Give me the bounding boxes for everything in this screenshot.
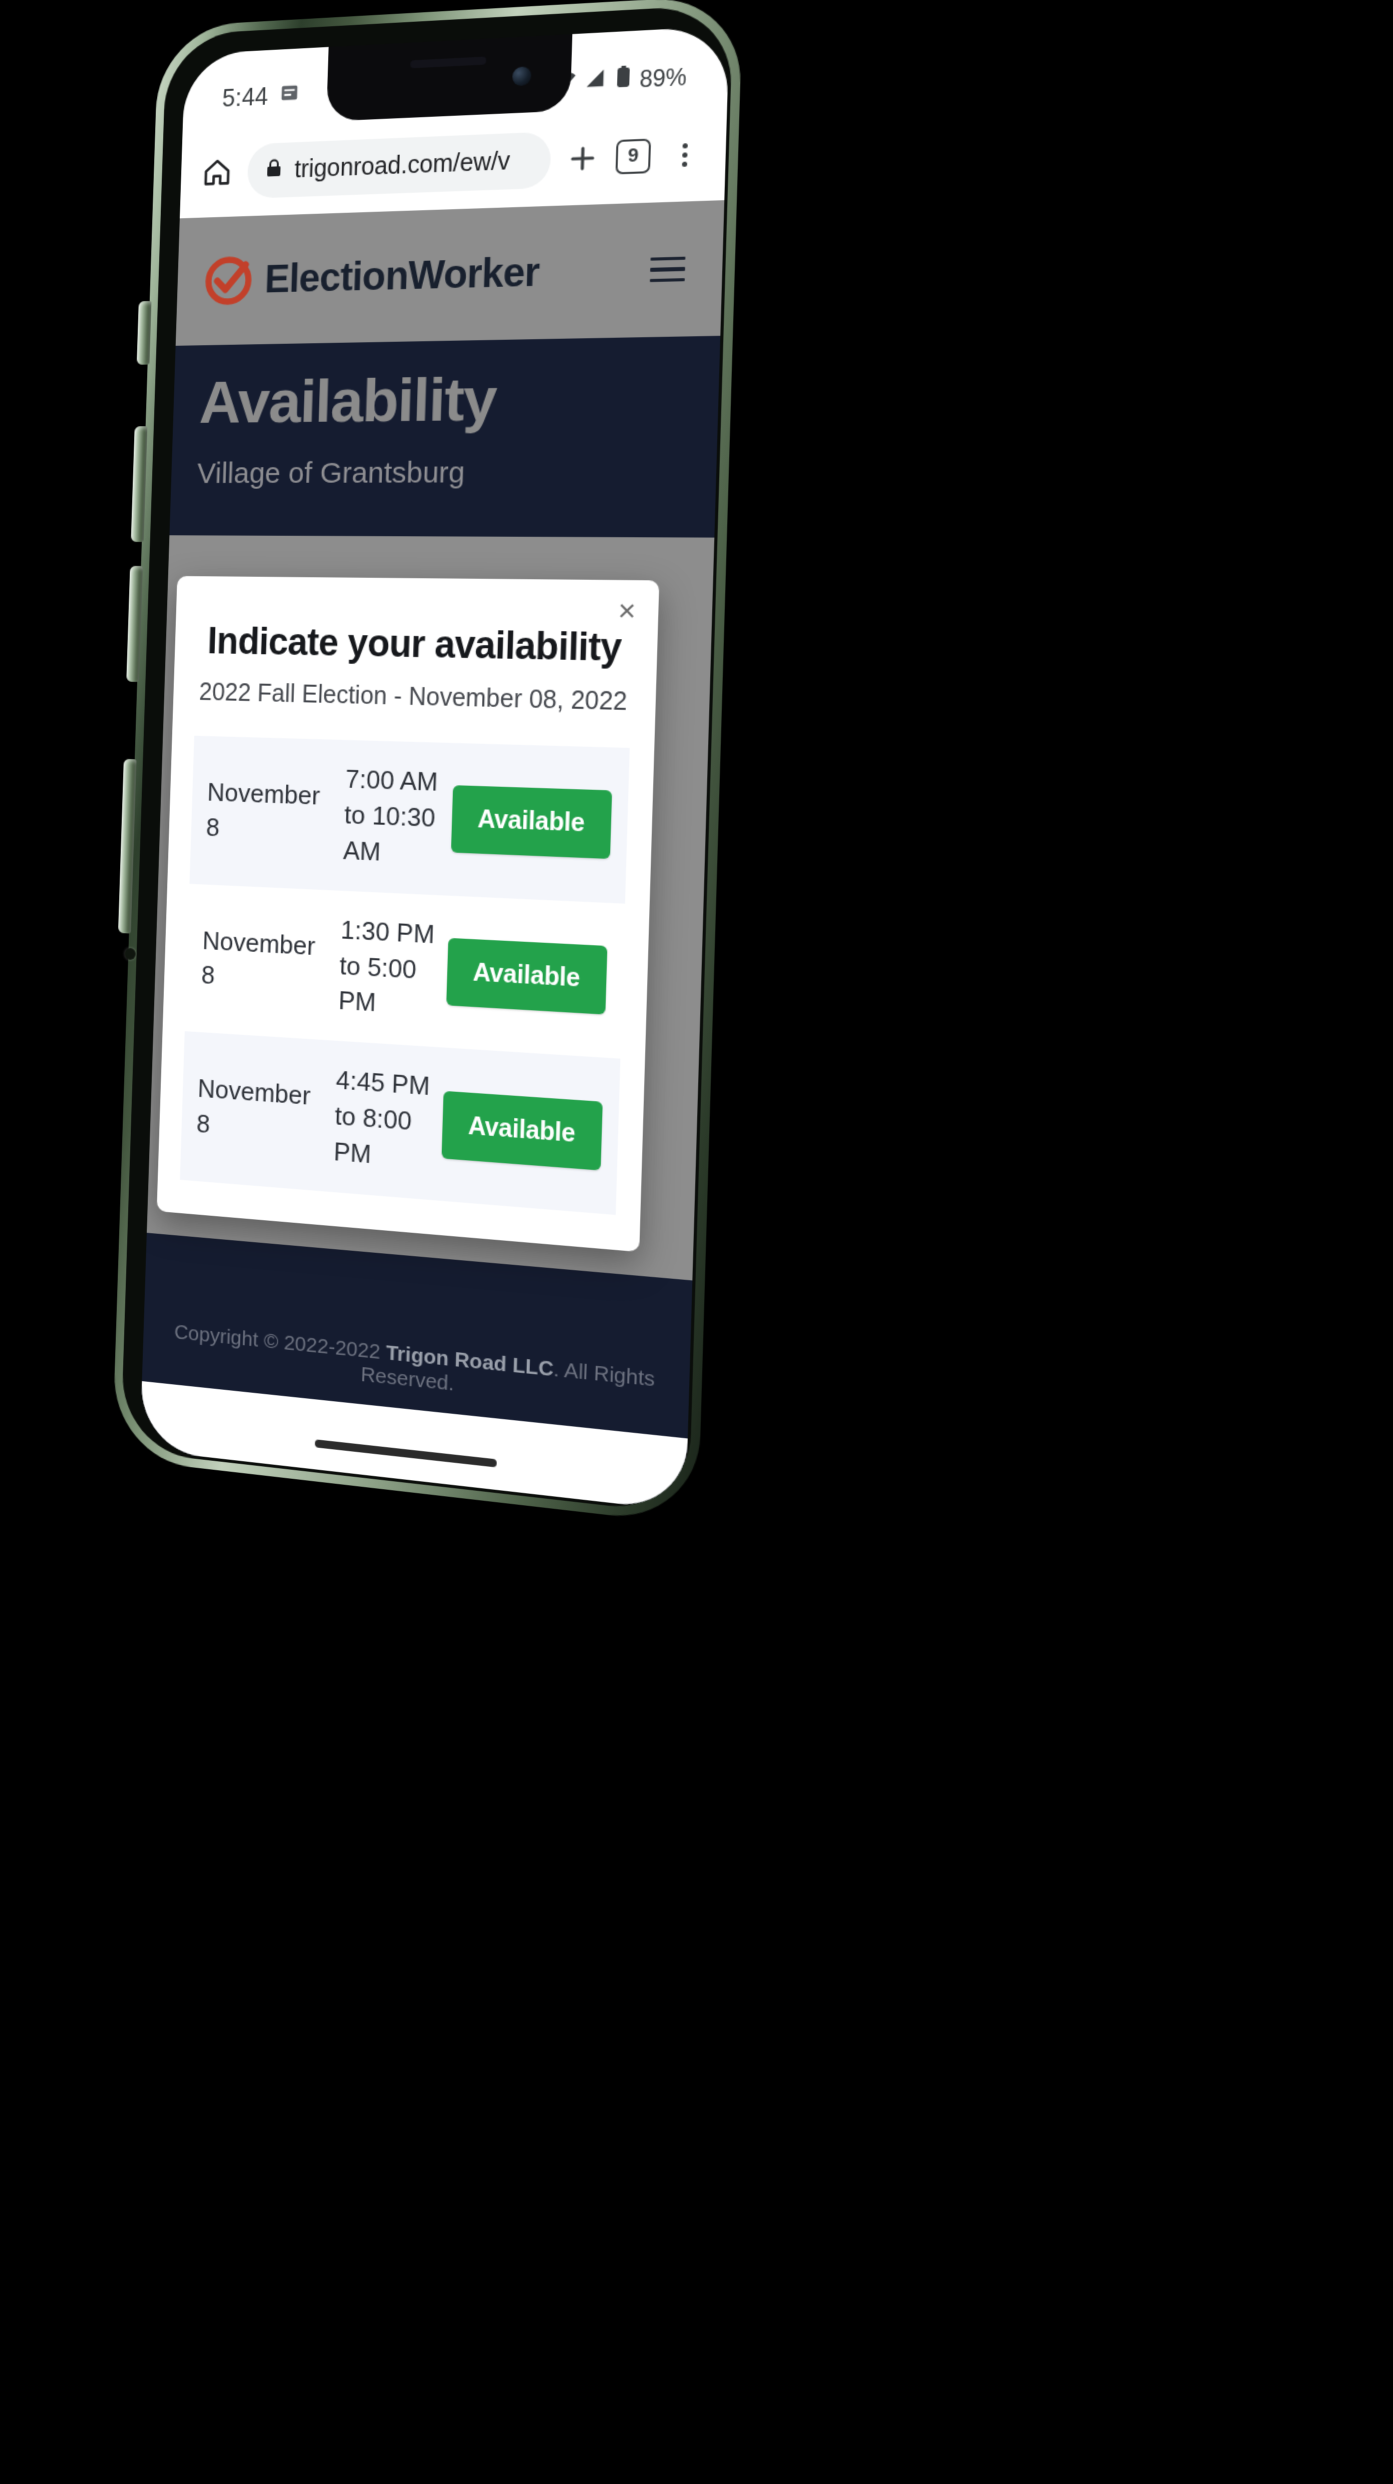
available-button[interactable]: Available xyxy=(450,785,613,860)
page-title: Availability xyxy=(198,364,498,437)
phone-screen: 5:44 89% trigonroad.com/ew/v 9 ElectionW… xyxy=(139,25,730,1512)
cell-signal-icon xyxy=(584,66,607,96)
brand-name: ElectionWorker xyxy=(264,250,541,301)
earpiece-speaker xyxy=(410,56,487,69)
kebab-menu-icon[interactable] xyxy=(661,131,708,178)
front-camera xyxy=(512,66,532,87)
slot-date: November 8 xyxy=(205,777,321,842)
status-bar-clock: 5:44 xyxy=(221,82,269,113)
phone-notch xyxy=(326,34,573,122)
slot-time: 7:00 AM to 10:30 AM xyxy=(342,763,439,867)
table-row: November 8 7:00 AM to 10:30 AM Available xyxy=(189,735,630,904)
url-text: trigonroad.com/ew/v xyxy=(294,146,511,183)
home-icon[interactable] xyxy=(195,149,239,195)
slot-time: 4:45 PM to 8:00 PM xyxy=(333,1064,431,1170)
slot-list: November 8 7:00 AM to 10:30 AM Available… xyxy=(179,735,630,1215)
modal-subtitle: 2022 Fall Election - November 08, 2022 xyxy=(198,678,628,717)
slot-date: November 8 xyxy=(200,925,316,991)
phone-volume-down-button[interactable] xyxy=(126,565,143,682)
phone-bezel: 5:44 89% trigonroad.com/ew/v 9 ElectionW… xyxy=(120,4,734,1515)
available-button[interactable]: Available xyxy=(441,1090,603,1171)
plus-icon[interactable] xyxy=(560,135,606,181)
battery-percentage: 89% xyxy=(639,63,688,92)
page-hero: Availability Village of Grantsburg xyxy=(169,335,721,538)
modal-title: Indicate your availability xyxy=(206,621,622,670)
table-row: November 8 1:30 PM to 5:00 PM Available xyxy=(184,883,626,1059)
available-button[interactable]: Available xyxy=(446,937,608,1015)
page-subtitle: Village of Grantsburg xyxy=(196,456,466,490)
browser-toolbar: trigonroad.com/ew/v 9 xyxy=(179,105,728,219)
tab-switcher-button[interactable]: 9 xyxy=(610,133,656,179)
screenshot-root: 5:44 89% trigonroad.com/ew/v 9 ElectionW… xyxy=(0,0,1393,2484)
hamburger-icon[interactable] xyxy=(649,256,686,283)
phone-mute-switch[interactable] xyxy=(136,300,152,365)
phone-volume-up-button[interactable] xyxy=(130,426,148,542)
phone-power-button[interactable] xyxy=(118,758,137,934)
phone-microphone xyxy=(124,947,136,961)
slot-time: 1:30 PM to 5:00 PM xyxy=(338,914,436,1018)
phone-mockup: 5:44 89% trigonroad.com/ew/v 9 ElectionW… xyxy=(111,0,743,1526)
checkmark-circle-logo xyxy=(203,254,255,308)
brand[interactable]: ElectionWorker xyxy=(203,246,541,308)
status-bar-right: 89% xyxy=(552,61,687,99)
slot-date: November 8 xyxy=(196,1073,311,1139)
lock-icon xyxy=(262,156,285,185)
url-bar[interactable]: trigonroad.com/ew/v xyxy=(246,131,552,199)
tab-count: 9 xyxy=(615,138,652,175)
table-row: November 8 4:45 PM to 8:00 PM Available xyxy=(179,1031,621,1215)
close-icon[interactable]: × xyxy=(617,594,636,628)
site-header: ElectionWorker xyxy=(175,200,725,346)
phone-frame: 5:44 89% trigonroad.com/ew/v 9 ElectionW… xyxy=(111,0,743,1526)
document-icon xyxy=(279,81,301,110)
availability-modal: × Indicate your availability 2022 Fall E… xyxy=(156,576,660,1252)
web-page: ElectionWorker Availability Village of G… xyxy=(139,200,725,1512)
status-bar-left: 5:44 xyxy=(222,81,301,113)
battery-icon xyxy=(615,64,632,96)
copyright-text: Copyright © 2022-2022 Trigon Road LLC. A… xyxy=(142,1318,689,1421)
copyright-prefix: Copyright © 2022-2022 xyxy=(173,1320,387,1365)
